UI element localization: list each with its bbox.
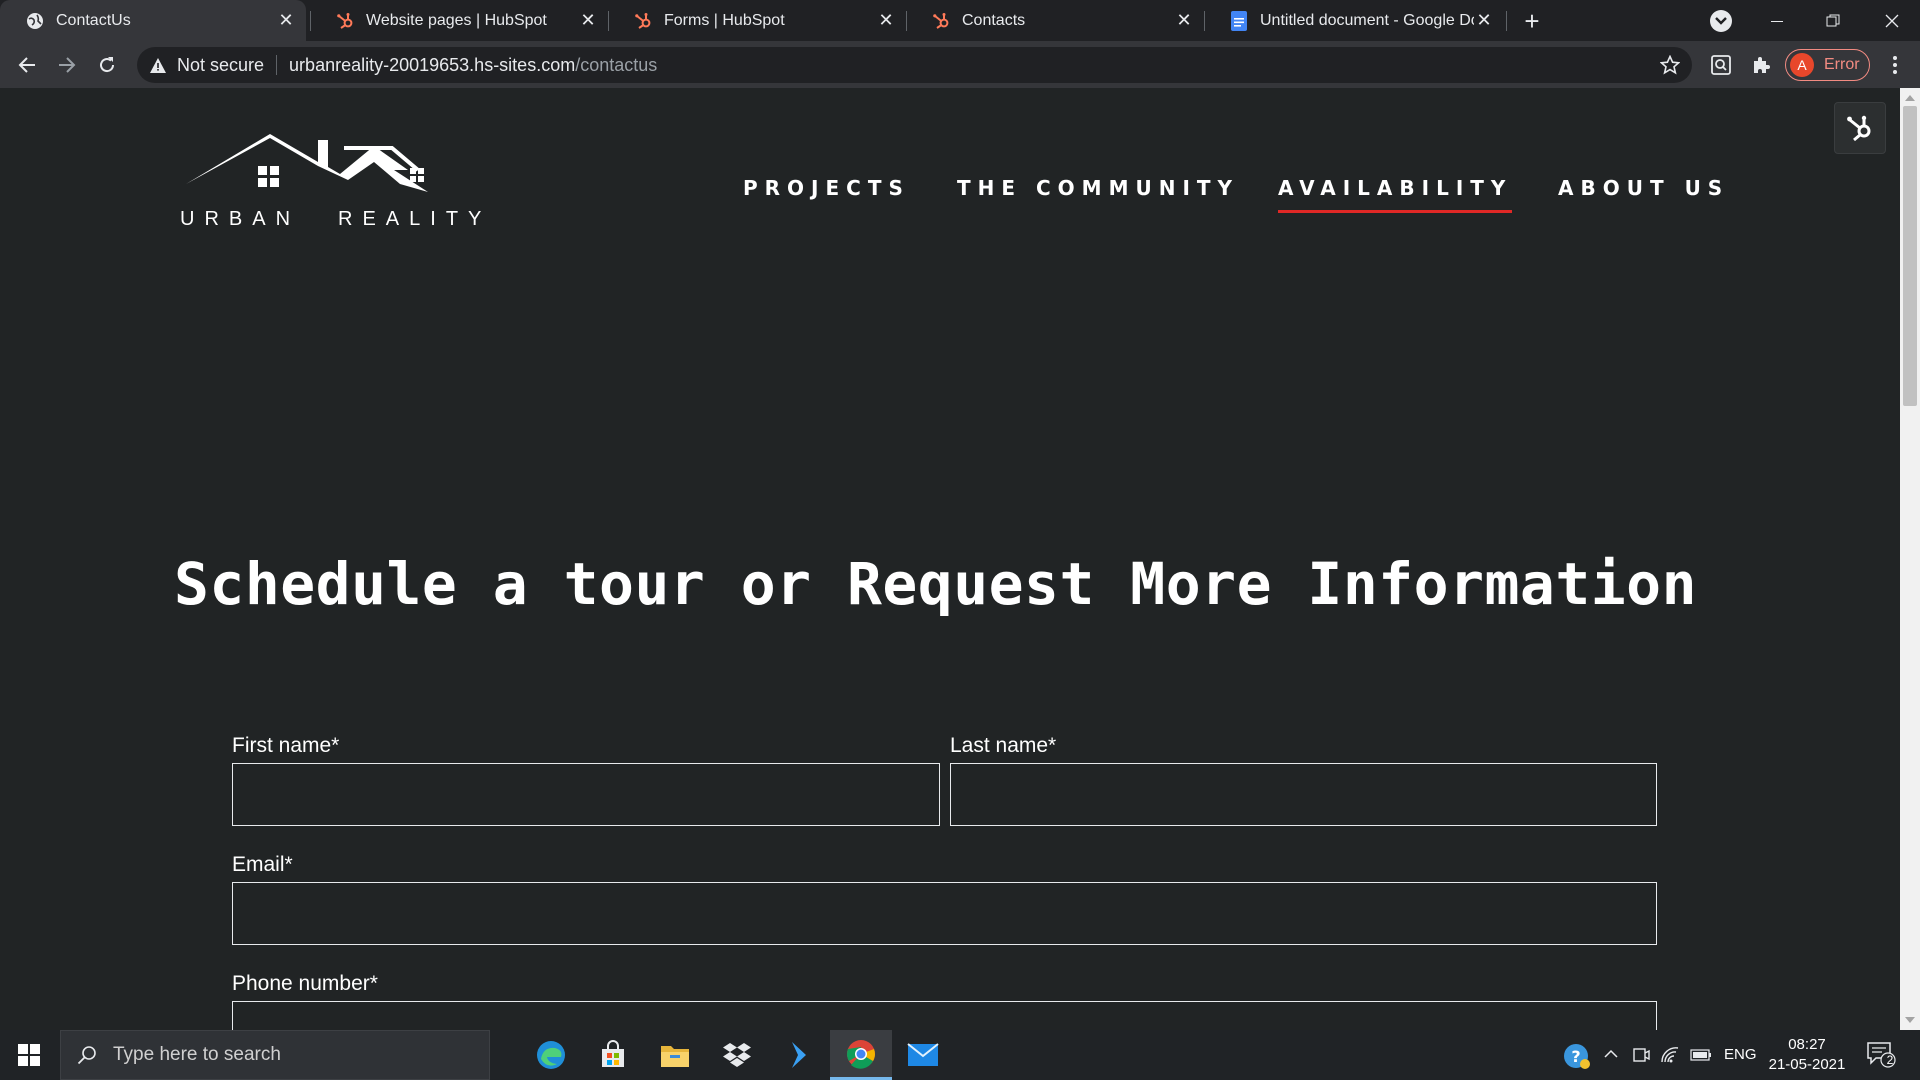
close-window-icon[interactable] xyxy=(1864,0,1920,41)
logo-wordmark: URBAN REALITY xyxy=(180,208,492,230)
last-name-field[interactable] xyxy=(950,763,1657,826)
url-host: urbanreality-20019653.hs-sites.com xyxy=(289,54,576,75)
page-viewport: URBAN REALITY PROJECTS THE COMMUNITY AVAI… xyxy=(0,88,1900,1030)
profile-status: Error xyxy=(1824,56,1860,73)
nav-availability[interactable]: AVAILABILITY xyxy=(1278,176,1513,213)
extensions-icon[interactable] xyxy=(1749,53,1773,77)
chrome-icon[interactable] xyxy=(830,1030,892,1080)
first-name-field[interactable] xyxy=(232,763,940,826)
back-icon[interactable] xyxy=(10,48,44,82)
close-tab-icon[interactable]: ✕ xyxy=(1174,10,1194,31)
tab-title: Forms | HubSpot xyxy=(664,11,785,29)
browser-menu-icon[interactable] xyxy=(1883,53,1907,77)
avatar: A xyxy=(1790,53,1814,77)
bookmark-star-icon[interactable] xyxy=(1659,54,1681,75)
hubspot-icon xyxy=(336,12,354,30)
close-tab-icon[interactable]: ✕ xyxy=(276,10,296,31)
nav-the-community[interactable]: THE COMMUNITY xyxy=(957,176,1239,200)
windows-start-icon[interactable] xyxy=(0,1030,58,1080)
meet-now-icon[interactable] xyxy=(1632,1046,1650,1069)
page-title: Schedule a tour or Request More Informat… xyxy=(174,550,1698,618)
wifi-icon[interactable] xyxy=(1660,1046,1680,1069)
tab-title: ContactUs xyxy=(56,11,131,29)
hubspot-icon xyxy=(932,12,950,30)
new-tab-button[interactable]: + xyxy=(1519,8,1545,34)
chevron-up-icon[interactable] xyxy=(1603,1046,1619,1067)
close-tab-icon[interactable]: ✕ xyxy=(1474,10,1494,31)
page-scrollbar[interactable] xyxy=(1900,88,1920,1030)
reload-icon[interactable] xyxy=(90,48,124,82)
visual-studio-icon[interactable] xyxy=(768,1030,830,1080)
minimize-icon[interactable] xyxy=(1749,0,1805,41)
language-indicator[interactable]: ENG xyxy=(1724,1046,1757,1063)
phone-number-field[interactable] xyxy=(232,1001,1657,1030)
hubspot-sprocket-icon[interactable] xyxy=(1834,102,1886,154)
tab-google-docs[interactable]: Untitled document - Google Docs ✕ xyxy=(1204,0,1504,41)
nav-about-us[interactable]: ABOUT US xyxy=(1558,176,1729,200)
mail-icon[interactable] xyxy=(892,1030,954,1080)
scrollbar-thumb[interactable] xyxy=(1903,106,1917,406)
help-icon[interactable]: ? xyxy=(1563,1043,1591,1076)
tab-contactus[interactable]: ContactUs ✕ xyxy=(0,0,306,41)
tab-search-icon[interactable] xyxy=(1710,10,1732,32)
clock-date: 21-05-2021 xyxy=(1768,1056,1846,1073)
google-docs-icon xyxy=(1230,10,1248,31)
dropbox-icon[interactable] xyxy=(706,1030,768,1080)
browser-toolbar: Not secure urbanreality-20019653.hs-site… xyxy=(0,41,1920,88)
tab-forms[interactable]: Forms | HubSpot ✕ xyxy=(608,0,906,41)
clock[interactable]: 08:27 21-05-2021 xyxy=(1762,1035,1852,1075)
nav-projects[interactable]: PROJECTS xyxy=(743,176,910,200)
tab-title: Untitled document - Google Docs xyxy=(1260,11,1474,29)
edge-icon[interactable] xyxy=(520,1030,582,1080)
forward-icon[interactable] xyxy=(50,48,84,82)
scroll-up-icon[interactable] xyxy=(1905,95,1915,101)
phone-number-label: Phone number* xyxy=(232,972,378,995)
address-bar[interactable]: Not secure urbanreality-20019653.hs-site… xyxy=(137,47,1692,83)
browser-tab-strip: ContactUs ✕ Website pages | HubSpot ✕ Fo… xyxy=(0,0,1920,41)
email-field[interactable] xyxy=(232,882,1657,945)
notification-count: 2 xyxy=(1886,1053,1894,1067)
profile-button[interactable]: A Error xyxy=(1785,49,1870,81)
close-tab-icon[interactable]: ✕ xyxy=(876,10,896,31)
first-name-label: First name* xyxy=(232,734,340,757)
search-placeholder: Type here to search xyxy=(113,1044,281,1065)
tab-title: Contacts xyxy=(962,11,1026,29)
restore-icon[interactable] xyxy=(1805,0,1861,41)
security-label[interactable]: Not secure xyxy=(177,55,264,76)
store-icon[interactable] xyxy=(582,1030,644,1080)
battery-icon[interactable] xyxy=(1690,1048,1712,1066)
taskbar-search[interactable]: Type here to search xyxy=(60,1030,490,1080)
email-label: Email* xyxy=(232,853,293,876)
warning-icon[interactable] xyxy=(149,56,167,74)
tab-website-pages[interactable]: Website pages | HubSpot ✕ xyxy=(310,0,608,41)
svg-text:?: ? xyxy=(1571,1047,1580,1066)
tab-contacts[interactable]: Contacts ✕ xyxy=(906,0,1204,41)
lens-icon[interactable] xyxy=(1709,53,1733,77)
url-path: /contactus xyxy=(575,54,658,75)
close-tab-icon[interactable]: ✕ xyxy=(578,10,598,31)
hubspot-icon xyxy=(634,12,652,30)
notification-center-icon[interactable]: 2 xyxy=(1866,1040,1898,1070)
globe-icon xyxy=(26,12,44,30)
search-icon xyxy=(77,1045,97,1065)
scroll-down-icon[interactable] xyxy=(1905,1017,1915,1023)
last-name-label: Last name* xyxy=(950,734,1057,757)
tab-title: Website pages | HubSpot xyxy=(366,11,547,29)
windows-taskbar: Type here to search ? ENG 08:27 21-05-20… xyxy=(0,1030,1920,1080)
clock-time: 08:27 xyxy=(1788,1036,1826,1053)
file-explorer-icon[interactable] xyxy=(644,1030,706,1080)
